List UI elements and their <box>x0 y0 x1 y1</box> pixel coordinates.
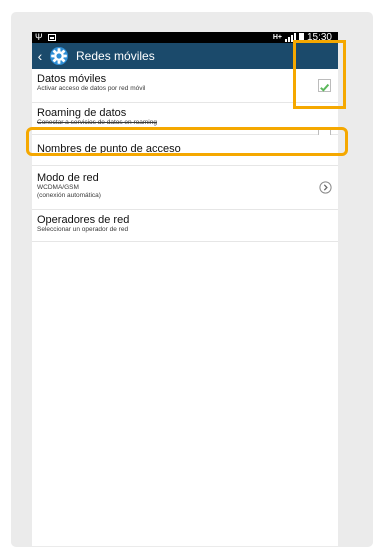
status-bar-right: H+ 15:30 <box>273 32 332 43</box>
list-item-roaming-datos[interactable]: Roaming de datos Conectar a servicios de… <box>32 103 338 135</box>
action-bar: ‹ Redes móviles <box>32 43 338 69</box>
network-type-label: H+ <box>272 33 282 41</box>
status-bar: Ψ H+ 15:30 <box>32 32 338 43</box>
checkmark-icon <box>320 83 330 92</box>
item-subtitle: Activar acceso de datos por red móvil <box>37 85 146 92</box>
item-title: Datos móviles <box>37 73 107 85</box>
list-item-modo-de-red[interactable]: Modo de red WCDMA/GSM (conexión automáti… <box>32 166 338 210</box>
settings-list: Datos móviles Activar acceso de datos po… <box>32 69 338 242</box>
phone-screen: Ψ H+ 15:30 ‹ Redes móviles Datos móviles… <box>32 32 338 546</box>
item-subtitle-secondary: (conexión automática) <box>37 191 101 199</box>
item-subtitle: Conectar a servicios de datos en roaming <box>37 119 157 126</box>
chevron-right-icon[interactable] <box>319 181 332 194</box>
page-title: Redes móviles <box>76 49 155 63</box>
item-title: Nombres de punto de acceso <box>37 143 181 155</box>
item-subtitle: WCDMA/GSM <box>37 184 79 191</box>
image-icon <box>47 34 56 41</box>
list-item-operadores-de-red[interactable]: Operadores de red Seleccionar un operado… <box>32 210 338 242</box>
settings-gear-icon[interactable] <box>48 45 70 67</box>
status-bar-left: Ψ <box>35 32 56 43</box>
item-subtitle: Seleccionar un operador de red <box>37 226 129 233</box>
list-item-datos-moviles[interactable]: Datos móviles Activar acceso de datos po… <box>32 69 338 103</box>
list-item-nombres-punto-acceso[interactable]: Nombres de punto de acceso <box>32 135 338 166</box>
chevron-left-icon[interactable]: ‹ <box>34 43 46 69</box>
item-title: Operadores de red <box>37 214 130 226</box>
usb-icon: Ψ <box>35 32 43 42</box>
signal-icon <box>284 33 296 42</box>
clock: 15:30 <box>306 32 332 43</box>
item-title: Modo de red <box>37 172 99 184</box>
item-title: Roaming de datos <box>37 107 127 119</box>
datos-moviles-checkbox[interactable] <box>318 79 331 92</box>
battery-icon <box>298 33 304 42</box>
